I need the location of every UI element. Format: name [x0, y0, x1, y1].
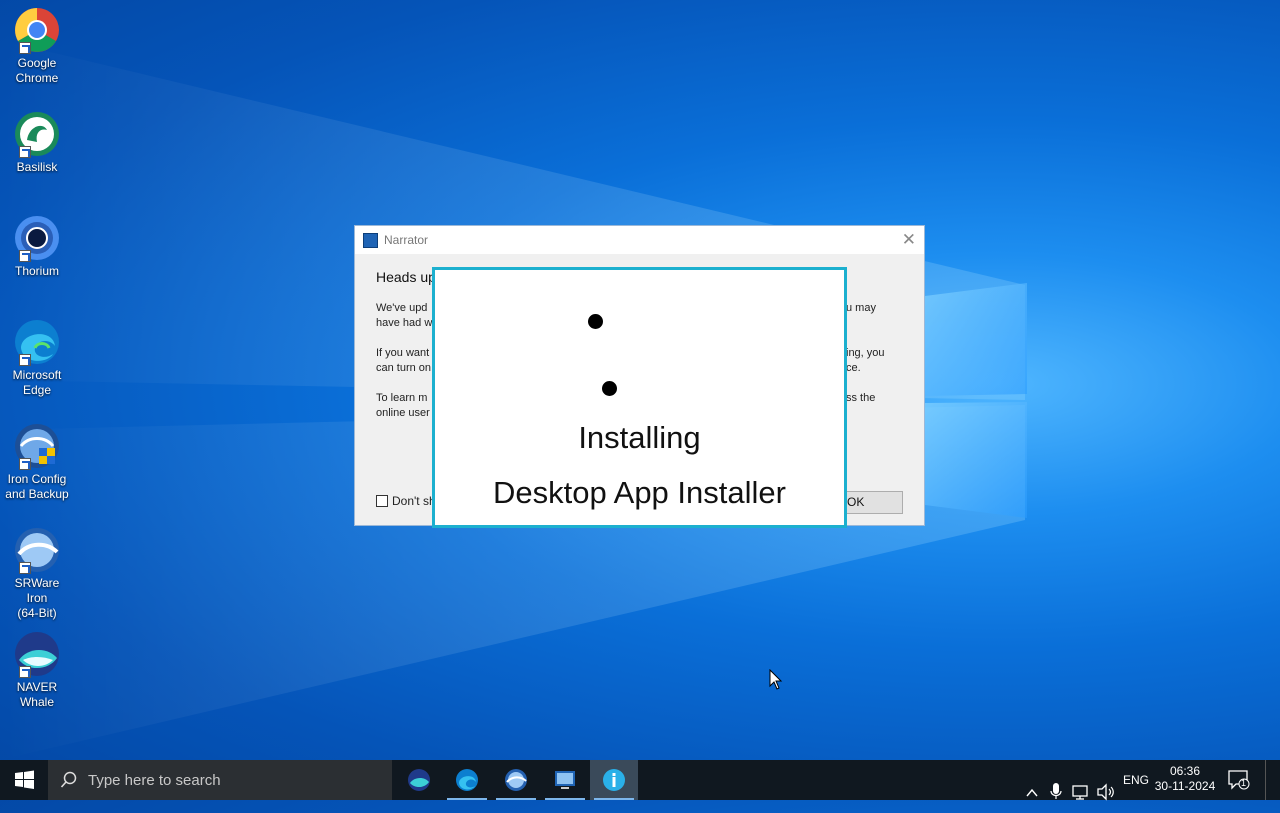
srware-iron-icon	[505, 769, 527, 791]
installer-icon	[603, 769, 625, 791]
clock[interactable]: 06:36 30-11-2024	[1150, 764, 1220, 794]
srware-iron-icon	[13, 526, 61, 574]
basilisk-icon	[13, 110, 61, 158]
dialog-text: online user	[376, 407, 430, 419]
network-icon[interactable]	[1071, 772, 1091, 812]
edge-icon	[13, 318, 61, 366]
whale-icon	[408, 769, 430, 791]
dialog-text: We've upd	[376, 302, 428, 314]
installing-app-name: Desktop App Installer	[493, 475, 786, 510]
taskbar-app-edge[interactable]	[443, 760, 491, 800]
chrome-icon	[13, 6, 61, 54]
edge-icon	[456, 769, 478, 791]
dialog-heading: Heads up	[376, 269, 436, 285]
chevron-up-icon[interactable]	[1025, 773, 1039, 813]
mouse-cursor-icon	[769, 669, 783, 690]
dialog-text: ss the	[846, 392, 876, 404]
desktop-icon-label: SRWare Iron	[14, 576, 60, 605]
desktop-icon-label: (64-Bit)	[17, 606, 57, 620]
volume-icon[interactable]	[1096, 772, 1116, 812]
desktop-icon-label: Basilisk	[16, 160, 58, 174]
search-box[interactable]: Type here to search	[48, 760, 392, 800]
notification-count: 1	[1241, 778, 1247, 788]
whale-icon	[13, 630, 61, 678]
dont-show-label: Don't sh	[392, 494, 436, 508]
desktop-icon-label: Google	[17, 56, 57, 70]
desktop-icon-label: Whale	[19, 695, 54, 709]
dialog-text: u may	[846, 302, 876, 314]
start-button[interactable]	[0, 760, 48, 800]
iron-config-icon	[13, 422, 61, 470]
dialog-text: ce.	[846, 362, 861, 374]
installing-label: Installing	[578, 420, 701, 455]
windows-logo-icon	[15, 770, 34, 789]
dialog-title: Narrator	[384, 233, 429, 247]
dialog-text: have had w	[376, 317, 433, 329]
language-indicator[interactable]: ENG	[1123, 773, 1149, 813]
desktop-icon-label: and Backup	[5, 487, 69, 501]
search-placeholder: Type here to search	[88, 772, 221, 789]
shortcut-arrow-icon	[19, 42, 31, 54]
close-icon[interactable]: ✕	[902, 230, 916, 250]
thorium-icon	[13, 214, 61, 262]
dialog-titlebar[interactable]: Narrator ✕	[355, 226, 924, 254]
show-desktop-button[interactable]	[1265, 760, 1266, 800]
search-icon	[60, 771, 77, 788]
dialog-text: ing, you	[846, 347, 885, 359]
dialog-text: To learn m	[376, 392, 428, 404]
shortcut-arrow-icon	[19, 666, 31, 678]
desktop-icon-label: Iron Config	[7, 472, 67, 486]
taskbar-app-srware-iron[interactable]	[492, 760, 540, 800]
narrator-app-icon	[363, 233, 378, 248]
dialog-text: can turn on	[376, 362, 432, 374]
desktop-icon-label: NAVER	[16, 680, 58, 694]
clock-time: 06:36	[1169, 764, 1201, 778]
clock-date: 30-11-2024	[1154, 779, 1216, 793]
taskbar: Type here to search ENG 06:36 30-11-2024…	[0, 760, 1280, 801]
shortcut-arrow-icon	[19, 458, 31, 470]
taskbar-app-whale[interactable]	[395, 760, 443, 800]
action-center-button[interactable]: 1	[1228, 770, 1250, 795]
desktop-icon-label: Microsoft	[12, 368, 62, 382]
shortcut-arrow-icon	[19, 146, 31, 158]
progress-dot	[602, 381, 617, 396]
installing-overlay: Installing Desktop App Installer	[432, 267, 847, 528]
taskbar-app-installer[interactable]	[590, 760, 638, 800]
taskbar-app-narrator[interactable]	[541, 760, 589, 800]
desktop-icon-microsoft-edge[interactable]: Microsoft Edge	[4, 312, 70, 398]
shortcut-arrow-icon	[19, 354, 31, 366]
desktop-icon-iron-config-backup[interactable]: Iron Config and Backup	[4, 416, 70, 502]
desktop-icon-google-chrome[interactable]: Google Chrome	[4, 0, 70, 86]
microphone-icon[interactable]	[1050, 771, 1062, 811]
desktop-icon-label: Thorium	[14, 264, 59, 278]
desktop-icon-naver-whale[interactable]: NAVER Whale	[4, 624, 70, 710]
notification-icon	[1228, 770, 1250, 790]
narrator-icon	[555, 771, 575, 789]
desktop-icon-label: Edge	[22, 383, 52, 397]
desktop-icon-thorium[interactable]: Thorium	[4, 208, 70, 279]
desktop-icon-basilisk[interactable]: Basilisk	[4, 104, 70, 175]
shortcut-arrow-icon	[19, 562, 31, 574]
desktop-icon-label: Chrome	[15, 71, 59, 85]
dont-show-checkbox[interactable]	[376, 495, 388, 507]
shortcut-arrow-icon	[19, 250, 31, 262]
progress-dot	[588, 314, 603, 329]
desktop-icon-srware-iron[interactable]: SRWare Iron (64-Bit)	[4, 520, 70, 621]
dialog-text: If you want	[376, 347, 430, 359]
